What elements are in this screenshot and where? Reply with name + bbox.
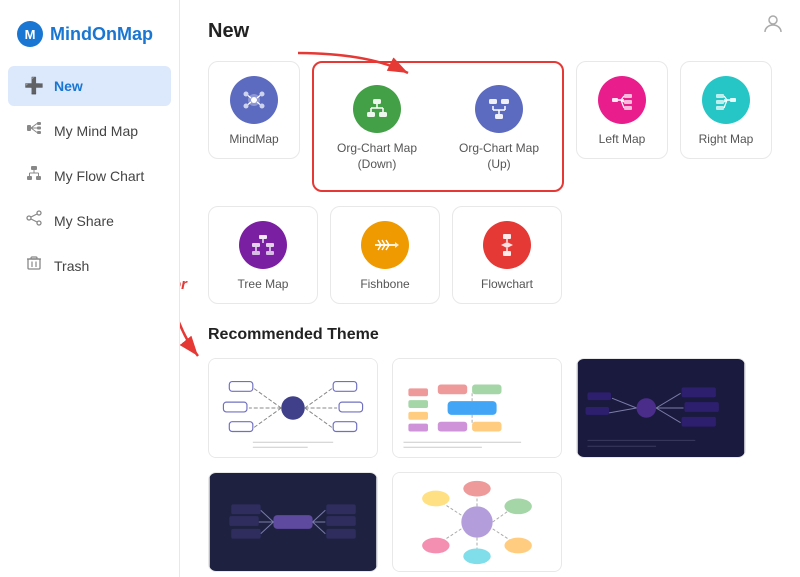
right-map-card[interactable]: Right Map [680, 61, 772, 159]
theme-card-4[interactable] [208, 472, 378, 572]
org-chart-down-card[interactable]: Org-Chart Map(Down) [322, 71, 432, 182]
sidebar: M MindOnMap ➕ New My Mind Map My Flow Ch… [0, 0, 180, 577]
logo-mind: Mind [50, 24, 92, 44]
org-chart-up-label: Org-Chart Map (Up) [452, 141, 546, 172]
sidebar-item-my-flow-chart[interactable]: My Flow Chart [8, 155, 171, 196]
flowchart-card[interactable]: Flowchart [452, 206, 562, 304]
org-chart-up-card[interactable]: Org-Chart Map (Up) [444, 71, 554, 182]
mindmap-icon [230, 76, 278, 124]
flowchart-label: Flowchart [481, 277, 533, 293]
tree-map-label: Tree Map [238, 277, 289, 293]
org-chart-down-label: Org-Chart Map(Down) [337, 141, 417, 172]
sidebar-item-trash[interactable]: Trash [8, 245, 171, 286]
sidebar-item-my-share-label: My Share [54, 213, 114, 229]
fishbone-card[interactable]: Fishbone [330, 206, 440, 304]
sidebar-item-new[interactable]: ➕ New [8, 66, 171, 106]
theme-card-5[interactable] [392, 472, 562, 572]
trash-icon [24, 255, 44, 276]
mindmap-label: MindMap [229, 132, 278, 148]
theme-card-2[interactable] [392, 358, 562, 458]
sidebar-item-my-flow-chart-label: My Flow Chart [54, 168, 144, 184]
left-map-card[interactable]: Left Map [576, 61, 668, 159]
or-label: or [180, 276, 187, 293]
right-map-label: Right Map [699, 132, 754, 148]
share-icon [24, 210, 44, 231]
new-section-title: New [208, 20, 772, 43]
sidebar-item-my-share[interactable]: My Share [8, 200, 171, 241]
left-map-icon [598, 76, 646, 124]
mindmap-card[interactable]: MindMap [208, 61, 300, 159]
svg-text:M: M [25, 27, 36, 42]
sidebar-item-my-mind-map-label: My Mind Map [54, 123, 138, 139]
sidebar-item-new-label: New [54, 78, 83, 94]
logo: M MindOnMap [0, 10, 179, 64]
tree-map-icon [239, 221, 287, 269]
fishbone-label: Fishbone [360, 277, 409, 293]
left-map-label: Left Map [599, 132, 646, 148]
sidebar-item-trash-label: Trash [54, 258, 89, 274]
mind-map-icon [24, 120, 44, 141]
theme-grid [208, 358, 772, 572]
theme-card-3[interactable] [576, 358, 746, 458]
theme-card-1[interactable] [208, 358, 378, 458]
tree-map-card[interactable]: Tree Map [208, 206, 318, 304]
highlight-group: Org-Chart Map(Down) Org-Chart Map (Up) [312, 61, 564, 192]
plus-icon: ➕ [24, 76, 44, 96]
org-chart-down-icon [353, 85, 401, 133]
logo-text: MindOnMap [50, 24, 153, 45]
logo-icon: M [16, 20, 44, 48]
right-map-icon [702, 76, 750, 124]
flow-chart-icon [24, 165, 44, 186]
org-chart-up-icon [475, 85, 523, 133]
user-icon[interactable] [762, 12, 784, 40]
sidebar-item-my-mind-map[interactable]: My Mind Map [8, 110, 171, 151]
fishbone-icon [361, 221, 409, 269]
main-content: New MindMap Org-Char [180, 0, 800, 577]
flowchart-icon [483, 221, 531, 269]
theme-section-title: Recommended Theme [208, 326, 772, 344]
logo-rest: OnMap [92, 24, 153, 44]
